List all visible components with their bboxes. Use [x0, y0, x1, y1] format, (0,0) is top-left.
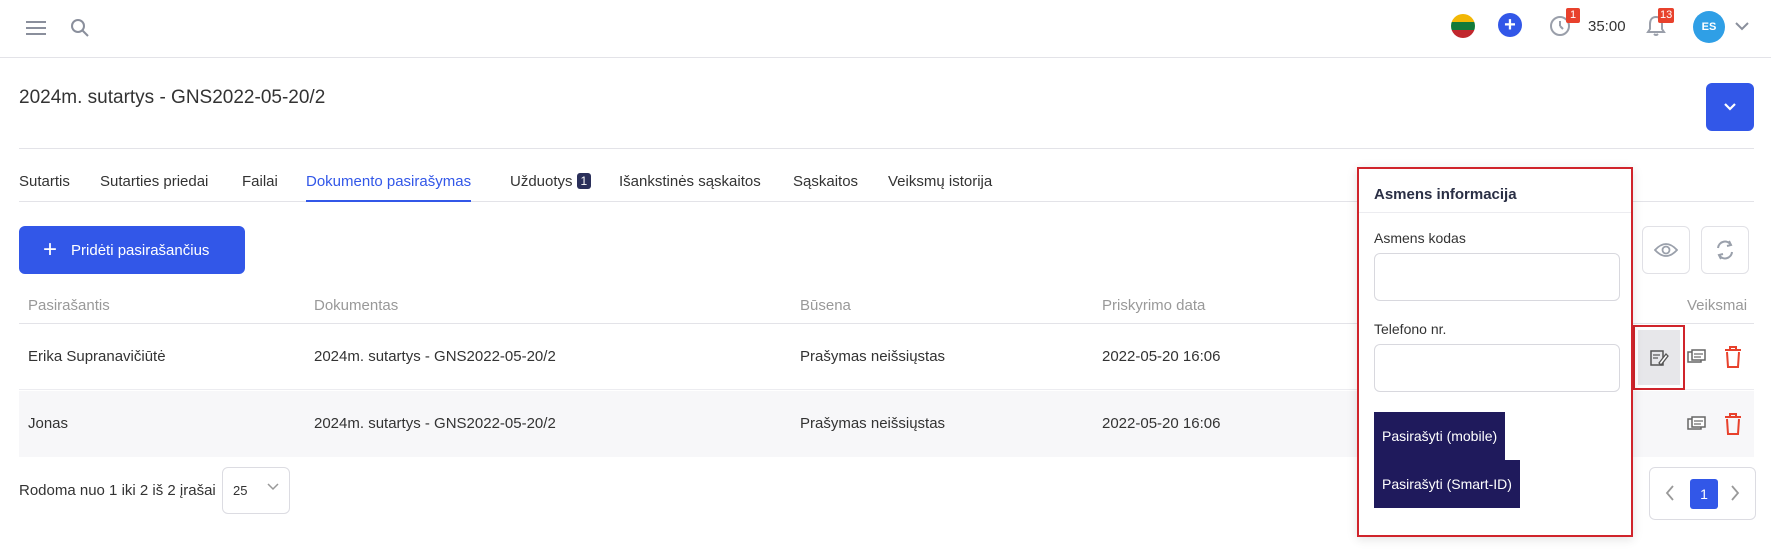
page-title: 2024m. sutartys - GNS2022-05-20/2 [19, 87, 326, 108]
trash-icon [1725, 413, 1741, 435]
plus-icon: + [43, 236, 58, 263]
tab-count-badge: 1 [576, 173, 592, 189]
popover-divider [1359, 212, 1631, 213]
add-signers-label: Pridėti pasirašančius [71, 241, 210, 259]
top-bar: + 1 35:00 13 ES [0, 0, 1771, 58]
rows-info: Rodoma nuo 1 iki 2 iš 2 įrašai [19, 482, 216, 499]
session-timer: 35:00 [1588, 18, 1626, 35]
tab-failai[interactable]: Failai [242, 173, 278, 190]
pagination: 1 [1649, 467, 1756, 520]
chevron-down-icon [1724, 102, 1736, 111]
delete-button[interactable] [1721, 344, 1745, 370]
cell-signer: Erika Supranavičiūtė [28, 348, 166, 365]
cell-assigned-date: 2022-05-20 16:06 [1102, 348, 1221, 365]
search-icon[interactable] [66, 14, 94, 42]
tab-veiksmu-istorija[interactable]: Veiksmų istorija [888, 173, 992, 190]
chevron-left-icon[interactable] [1665, 485, 1675, 501]
eye-icon [1654, 243, 1678, 257]
popover-title: Asmens informacija [1374, 186, 1517, 203]
actions-dropdown-button[interactable] [1706, 83, 1754, 131]
refresh-button[interactable] [1701, 226, 1749, 274]
delete-button[interactable] [1721, 411, 1745, 437]
tab-uzduotys-label: Užduotys [510, 173, 573, 190]
personal-info-popover: Asmens informacija Asmens kodas Telefono… [1357, 167, 1633, 537]
send-request-button[interactable] [1685, 345, 1709, 369]
page-size-select[interactable]: 25 [222, 467, 290, 514]
cell-document: 2024m. sutartys - GNS2022-05-20/2 [314, 415, 556, 432]
column-header-actions: Veiksmai [1687, 297, 1748, 314]
clock-badge: 1 [1566, 8, 1580, 23]
preview-button[interactable] [1642, 226, 1690, 274]
column-header-assigned-date: Priskyrimo data [1102, 297, 1206, 314]
cell-status: Prašymas neišsiųstas [800, 348, 946, 365]
chevron-right-icon[interactable] [1730, 485, 1740, 501]
tab-sutartis[interactable]: Sutartis [19, 173, 70, 190]
tab-sutarties-priedai[interactable]: Sutarties priedai [100, 173, 208, 190]
phone-input[interactable] [1374, 344, 1620, 392]
cell-assigned-date: 2022-05-20 16:06 [1102, 415, 1221, 432]
notifications-badge: 13 [1658, 8, 1675, 23]
cell-status: Prašymas neišsiųstas [800, 415, 946, 432]
sign-pen-icon [1650, 349, 1669, 366]
tab-isankstines-saskaitos[interactable]: Išankstinės sąskaitos [619, 173, 761, 190]
column-header-document: Dokumentas [314, 297, 399, 314]
page-number-current[interactable]: 1 [1690, 479, 1718, 509]
sign-mobile-button[interactable]: Pasirašyti (mobile) [1374, 412, 1506, 460]
send-docs-icon [1687, 416, 1706, 430]
cell-document: 2024m. sutartys - GNS2022-05-20/2 [314, 348, 556, 365]
send-request-button[interactable] [1685, 412, 1709, 436]
send-docs-icon [1687, 349, 1706, 363]
tab-saskaitos[interactable]: Sąskaitos [793, 173, 858, 190]
sign-document-button[interactable] [1633, 325, 1685, 390]
page-size-value: 25 [233, 483, 248, 498]
phone-label: Telefono nr. [1374, 321, 1447, 337]
sign-smartid-button[interactable]: Pasirašyti (Smart-ID) [1374, 460, 1520, 508]
tab-dokumento-pasirasymas[interactable]: Dokumento pasirašymas [306, 173, 472, 202]
avatar[interactable]: ES [1693, 11, 1725, 43]
menu-icon[interactable] [22, 14, 50, 42]
chevron-down-icon[interactable] [1730, 14, 1754, 38]
personal-code-input[interactable] [1374, 253, 1620, 301]
title-divider [19, 148, 1754, 149]
trash-icon [1725, 346, 1741, 368]
cell-signer: Jonas [28, 415, 69, 432]
chevron-down-icon [267, 483, 279, 491]
plus-circle-icon[interactable]: + [1498, 13, 1522, 37]
column-header-status: Būsena [800, 297, 851, 314]
add-signers-button[interactable]: + Pridėti pasirašančius [19, 226, 245, 274]
personal-code-label: Asmens kodas [1374, 230, 1466, 246]
tab-uzduotys[interactable]: Užduotys 1 [510, 173, 592, 190]
sign-button-area [1638, 330, 1680, 385]
column-header-signer: Pasirašantis [28, 297, 110, 314]
flag-lt-icon[interactable] [1451, 14, 1475, 38]
refresh-icon [1717, 240, 1733, 260]
